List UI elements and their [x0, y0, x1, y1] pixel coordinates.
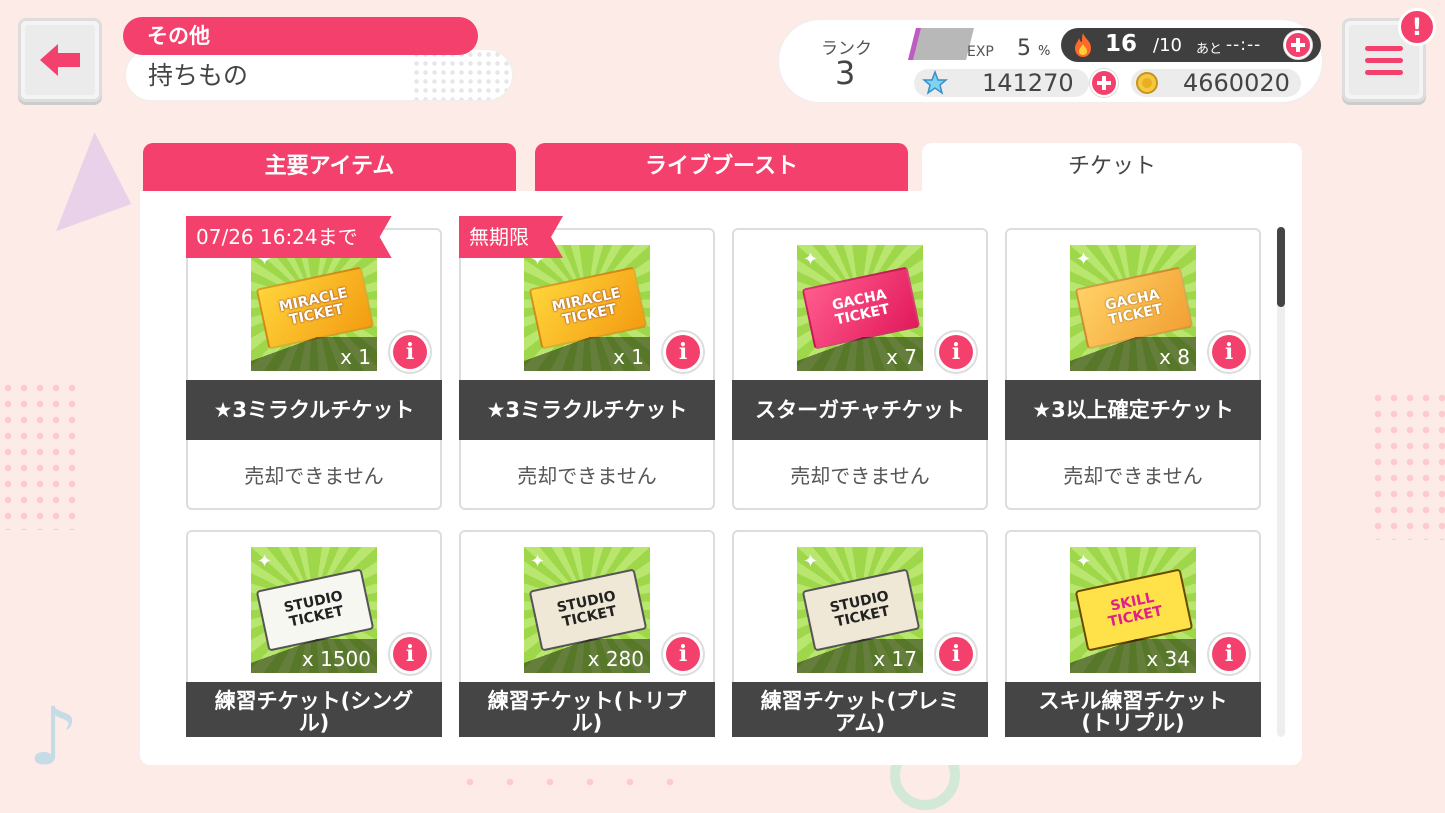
bg-dots-left	[0, 380, 80, 530]
exp-label: EXP	[967, 44, 994, 60]
info-glyph: i	[1212, 335, 1246, 369]
info-icon[interactable]: i	[1207, 632, 1251, 676]
sparkle-icon: ✦	[530, 551, 546, 572]
scrollbar-thumb[interactable]	[1277, 227, 1285, 307]
gem-pill: 141270	[914, 69, 1089, 97]
bg-dots-bottom	[450, 770, 690, 794]
stamina-plus-button[interactable]	[1284, 31, 1312, 59]
item-sell-status: 売却できません	[517, 464, 657, 488]
stamina-ato-label: あと	[1196, 42, 1223, 57]
exp-bar	[908, 28, 974, 60]
sparkle-icon: ✦	[1076, 551, 1092, 572]
item-name: ★3以上確定チケット	[1005, 380, 1261, 440]
info-glyph: i	[939, 637, 973, 671]
stamina-pill: 16 /10 あと --:--	[1061, 28, 1321, 62]
exp-percent-unit: %	[1038, 44, 1051, 59]
item-thumbnail: ✦ STUDIO TICKET x 1500	[251, 547, 377, 673]
item-thumbnail: ✦ SKILL TICKET x 34	[1070, 547, 1196, 673]
info-icon[interactable]: i	[934, 330, 978, 374]
info-icon[interactable]: i	[934, 632, 978, 676]
star-gem-icon	[922, 70, 948, 95]
items-grid: ✦ MIRACLE TICKET x 1 i ★3ミラクルチケット売却できません 07/2…	[140, 191, 1280, 737]
sparkle-icon: ✦	[1076, 249, 1092, 270]
item-thumbnail: ✦ GACHA TICKET x 8	[1070, 245, 1196, 371]
bg-dots-right	[1370, 390, 1445, 540]
info-glyph: i	[1212, 637, 1246, 671]
item-name: ★3ミラクルチケット	[186, 380, 442, 440]
item-name: ★3ミラクルチケット	[459, 380, 715, 440]
coin-count: 4660020	[1183, 69, 1290, 97]
item-sell-status: 売却できません	[1063, 464, 1203, 488]
item-thumbnail: ✦ MIRACLE TICKET x 1	[251, 245, 377, 371]
item-thumbnail: ✦ STUDIO TICKET x 280	[524, 547, 650, 673]
item-thumbnail: ✦ GACHA TICKET x 7	[797, 245, 923, 371]
back-arrow-icon	[40, 44, 80, 76]
item-card[interactable]: ✦ GACHA TICKET x 8 i ★3以上確定チケット売却できません	[1005, 228, 1261, 510]
stamina-max: /10	[1153, 35, 1182, 56]
item-card[interactable]: ✦ MIRACLE TICKET x 1 i ★3ミラクルチケット 売却できません 無期限	[459, 228, 715, 510]
item-quantity: x 280	[587, 647, 644, 671]
item-quantity: x 1	[340, 345, 371, 369]
tab-tickets[interactable]: チケット	[922, 143, 1302, 191]
coin-icon	[1136, 72, 1158, 94]
item-sell-status: 売却できません	[244, 464, 384, 488]
coin-pill: 4660020	[1131, 69, 1301, 97]
info-glyph: i	[666, 335, 700, 369]
item-quantity: x 8	[1159, 345, 1190, 369]
item-name: 練習チケット(プレミアム)	[732, 682, 988, 737]
item-card[interactable]: ✦ GACHA TICKET x 7 i スターガチャチケット売却できません	[732, 228, 988, 510]
info-glyph: i	[666, 637, 700, 671]
stamina-recovery-time: --:--	[1226, 35, 1262, 55]
flame-icon	[1075, 33, 1091, 57]
notification-badge: !	[1398, 8, 1436, 46]
item-name: 練習チケット(トリプル)	[459, 682, 715, 737]
rank-value: 3	[835, 54, 856, 92]
info-icon[interactable]: i	[661, 330, 705, 374]
item-quantity: x 17	[873, 647, 917, 671]
status-panel: ランク 3 EXP 5 % 16 /10 あと --:-- 141270 466…	[778, 19, 1323, 103]
item-sell-status: 売却できません	[790, 464, 930, 488]
item-name: スターガチャチケット	[732, 380, 988, 440]
item-thumbnail: ✦ STUDIO TICKET x 17	[797, 547, 923, 673]
item-card[interactable]: ✦ STUDIO TICKET x 1500 i 練習チケット(シングル)	[186, 530, 442, 737]
back-button[interactable]	[18, 18, 102, 102]
items-panel: ✦ MIRACLE TICKET x 1 i ★3ミラクルチケット売却できません 07/2…	[140, 191, 1302, 765]
item-quantity: x 7	[886, 345, 917, 369]
bg-triangle-left	[28, 128, 132, 232]
item-card[interactable]: ✦ STUDIO TICKET x 280 i 練習チケット(トリプル)	[459, 530, 715, 737]
item-name: スキル練習チケット(トリプル)	[1005, 682, 1261, 737]
tab-live-boost[interactable]: ライブブースト	[535, 143, 908, 191]
sparkle-icon: ✦	[803, 249, 819, 270]
info-icon[interactable]: i	[388, 632, 432, 676]
item-quantity: x 1	[613, 345, 644, 369]
item-card[interactable]: ✦ MIRACLE TICKET x 1 i ★3ミラクルチケット 売却できません 07/2…	[186, 228, 442, 510]
exp-percent: 5 %	[1017, 36, 1050, 61]
item-card[interactable]: ✦ STUDIO TICKET x 17 i 練習チケット(プレミアム)	[732, 530, 988, 737]
item-quantity: x 34	[1146, 647, 1190, 671]
scrollbar[interactable]	[1277, 227, 1285, 737]
info-glyph: i	[393, 637, 427, 671]
exp-percent-value: 5	[1017, 36, 1031, 61]
info-icon[interactable]: i	[1207, 330, 1251, 374]
info-glyph: i	[393, 335, 427, 369]
info-icon[interactable]: i	[388, 330, 432, 374]
item-thumbnail: ✦ MIRACLE TICKET x 1	[524, 245, 650, 371]
expiry-ribbon: 07/26 16:24まで	[186, 216, 392, 258]
item-card[interactable]: ✦ SKILL TICKET x 34 i スキル練習チケット(トリプル)	[1005, 530, 1261, 737]
info-glyph: i	[939, 335, 973, 369]
category-label: その他	[123, 17, 478, 55]
title-block: その他 持ちもの	[123, 17, 513, 101]
info-icon[interactable]: i	[661, 632, 705, 676]
stamina-current: 16	[1105, 31, 1138, 57]
gem-plus-button[interactable]	[1090, 69, 1118, 97]
sparkle-icon: ✦	[803, 551, 819, 572]
gem-count: 141270	[982, 69, 1074, 97]
item-quantity: x 1500	[301, 647, 371, 671]
page-title: 持ちもの	[125, 49, 513, 101]
bg-music-note: ♪	[28, 690, 80, 783]
tab-main-items[interactable]: 主要アイテム	[143, 143, 516, 191]
sparkle-icon: ✦	[257, 551, 273, 572]
item-name: 練習チケット(シングル)	[186, 682, 442, 737]
expiry-ribbon: 無期限	[459, 216, 563, 258]
